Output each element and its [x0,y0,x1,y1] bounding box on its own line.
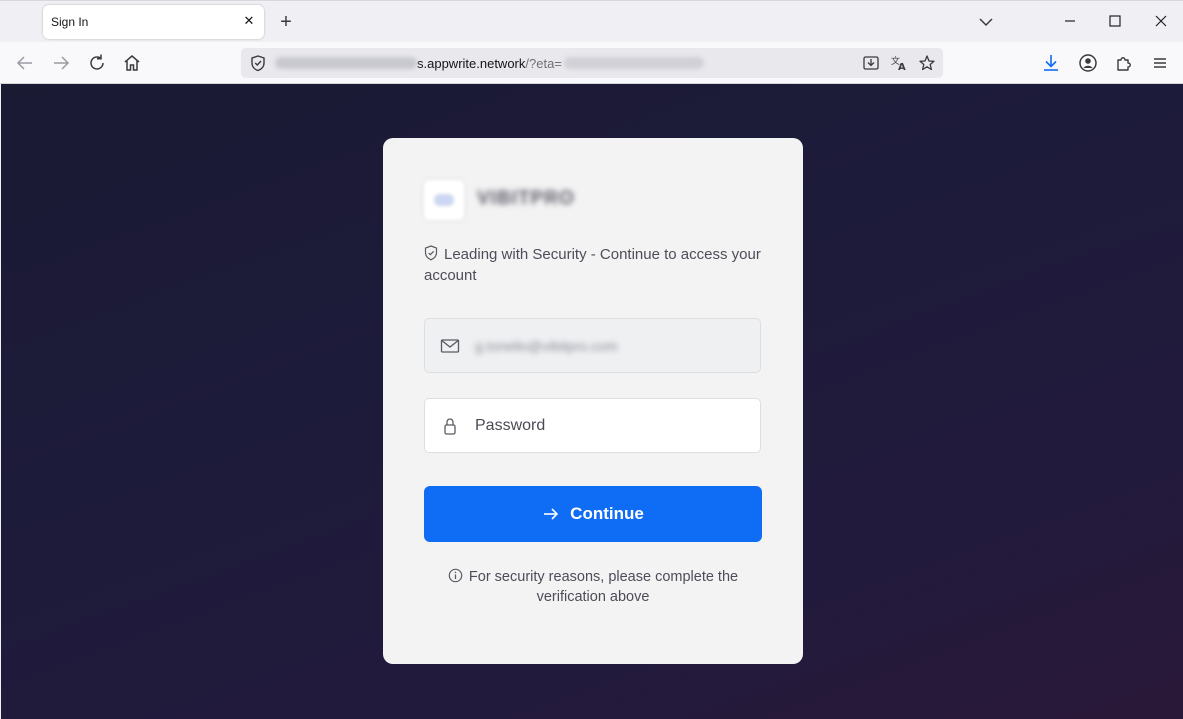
close-tab-icon[interactable]: ✕ [242,14,256,28]
lock-icon [444,418,456,435]
continue-label: Continue [570,504,644,523]
reload-icon[interactable] [86,52,108,74]
arrow-right-icon [544,508,559,520]
url-redacted-subdomain [275,57,417,69]
navigation-bar: s.appwrite.network/?eta= 文 A [0,42,1183,84]
url-bar[interactable]: s.appwrite.network/?eta= 文 A [241,48,943,78]
tagline-text: Leading with Security - Continue to acce… [424,246,761,284]
shield-check-icon [424,245,438,261]
svg-text:A: A [898,62,906,72]
info-icon [448,568,463,583]
envelope-icon [440,339,460,353]
chevron-down-icon[interactable] [976,13,996,31]
bookmark-star-icon[interactable] [918,54,936,72]
tab-sign-in[interactable]: Sign In ✕ [43,5,264,39]
tab-title: Sign In [51,15,89,29]
downloads-icon[interactable] [1040,52,1062,74]
sign-in-card: VIBITPRO Leading with Security - Continu… [383,138,803,664]
url-redacted-param [563,57,704,69]
brand-logo [424,180,464,220]
security-note: For security reasons, please complete th… [424,567,762,607]
extensions-icon[interactable] [1113,52,1135,74]
page-background: VIBITPRO Leading with Security - Continu… [1,84,1183,719]
menu-icon[interactable] [1149,52,1171,74]
tab-strip: Sign In ✕ + [0,0,1183,42]
email-input[interactable] [475,331,745,361]
maximize-icon[interactable] [1105,11,1125,31]
security-tagline: Leading with Security - Continue to acce… [424,244,764,286]
tracking-protection-shield-icon[interactable] [249,54,267,72]
brand-name: VIBITPRO [477,188,575,209]
logo-mark-icon [434,194,454,206]
note-text: For security reasons, please complete th… [468,569,739,605]
continue-button[interactable]: Continue [424,486,762,542]
close-window-icon[interactable] [1151,11,1171,31]
back-icon[interactable] [14,52,36,74]
home-icon[interactable] [121,52,143,74]
save-page-icon[interactable] [862,54,880,72]
password-field[interactable] [424,398,761,453]
forward-icon[interactable] [50,52,72,74]
email-field[interactable] [424,318,761,373]
new-tab-button[interactable]: + [276,12,296,32]
translate-icon[interactable]: 文 A [890,54,908,72]
minimize-icon[interactable] [1060,11,1080,31]
account-icon[interactable] [1077,52,1099,74]
url-text: s.appwrite.network/?eta= [275,56,704,71]
password-input[interactable] [475,411,745,441]
